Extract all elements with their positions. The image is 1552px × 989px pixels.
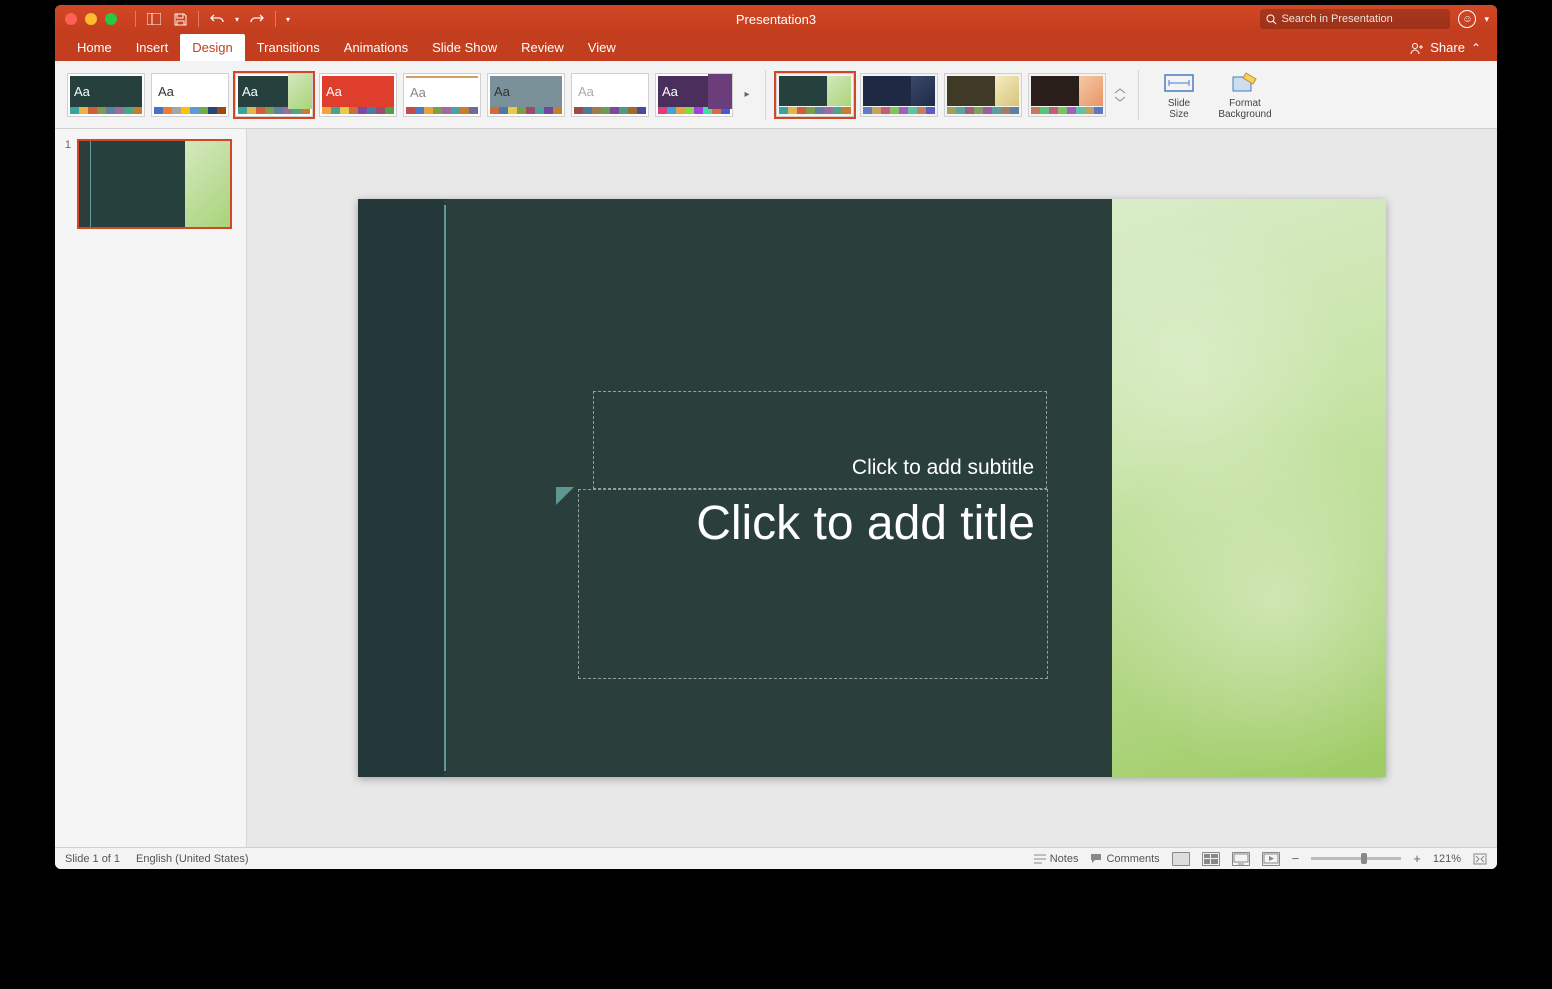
slide-size-button[interactable]: Slide Size	[1149, 70, 1209, 120]
search-input[interactable]	[1281, 13, 1444, 25]
tab-insert[interactable]: Insert	[124, 34, 181, 61]
format-background-button[interactable]: Format Background	[1215, 70, 1275, 120]
window-controls	[65, 13, 117, 25]
tab-review[interactable]: Review	[509, 34, 576, 61]
variant-gallery	[776, 73, 1106, 117]
theme-thumbnail[interactable]: Aa	[571, 73, 649, 117]
zoom-slider[interactable]	[1311, 857, 1401, 860]
feedback-icon[interactable]: ☺	[1458, 10, 1476, 28]
theme-thumbnail[interactable]: Aa	[655, 73, 733, 117]
redo-icon[interactable]	[249, 12, 265, 26]
quick-access-toolbar: ▾ ▾	[135, 11, 290, 27]
slide-size-icon	[1164, 70, 1194, 96]
tab-animations[interactable]: Animations	[332, 34, 420, 61]
zoom-level[interactable]: 121%	[1433, 853, 1461, 865]
slide-thumbnail-pane: 1	[55, 129, 247, 847]
tab-home[interactable]: Home	[65, 34, 124, 61]
maximize-icon[interactable]	[105, 13, 117, 25]
tab-design[interactable]: Design	[180, 34, 244, 61]
tab-slideshow[interactable]: Slide Show	[420, 34, 509, 61]
more-variants-icon[interactable]	[1112, 88, 1128, 102]
tab-view[interactable]: View	[576, 34, 628, 61]
layout-icon[interactable]	[146, 12, 162, 26]
theme-thumbnail[interactable]: Aa	[403, 73, 481, 117]
theme-thumbnail[interactable]: Aa	[67, 73, 145, 117]
title-bar: ▾ ▾ Presentation3 ☺ ▾	[55, 5, 1497, 33]
close-icon[interactable]	[65, 13, 77, 25]
slide-size-label: Slide Size	[1168, 98, 1190, 120]
share-person-icon	[1410, 42, 1424, 54]
slideshow-view-icon[interactable]	[1262, 852, 1280, 866]
theme-gallery: AaAaAaAaAaAaAaAa	[67, 73, 733, 117]
tab-transitions[interactable]: Transitions	[245, 34, 332, 61]
slide-thumbnail[interactable]	[77, 139, 232, 229]
comments-button[interactable]: Comments	[1090, 853, 1159, 865]
variant-thumbnail[interactable]	[1028, 73, 1106, 117]
thumbnail-number: 1	[61, 139, 71, 229]
zoom-out-button[interactable]: −	[1292, 851, 1300, 866]
chevron-down-icon[interactable]: ▾	[1484, 14, 1489, 25]
variant-thumbnail[interactable]	[860, 73, 938, 117]
sorter-view-icon[interactable]	[1202, 852, 1220, 866]
format-background-icon	[1232, 70, 1258, 96]
fit-to-window-icon[interactable]	[1473, 853, 1487, 865]
ribbon: AaAaAaAaAaAaAaAa ▸ Slide Size Format Bac…	[55, 61, 1497, 129]
search-icon	[1266, 14, 1277, 25]
slide-canvas[interactable]: Click to add subtitle Click to add title	[247, 129, 1497, 847]
slide-position: Slide 1 of 1	[65, 853, 120, 865]
ribbon-tabs: Home Insert Design Transitions Animation…	[55, 33, 1497, 61]
save-icon[interactable]	[172, 12, 188, 26]
language-status[interactable]: English (United States)	[136, 853, 249, 865]
more-themes-icon[interactable]: ▸	[739, 89, 755, 100]
minimize-icon[interactable]	[85, 13, 97, 25]
share-button[interactable]: Share	[1430, 40, 1465, 55]
zoom-in-button[interactable]: +	[1413, 851, 1421, 866]
subtitle-placeholder[interactable]: Click to add subtitle	[593, 391, 1047, 489]
notes-button[interactable]: Notes	[1034, 853, 1079, 865]
collapse-ribbon-icon[interactable]: ⌃	[1471, 41, 1481, 55]
variant-thumbnail[interactable]	[776, 73, 854, 117]
undo-icon[interactable]	[209, 12, 225, 26]
title-placeholder[interactable]: Click to add title	[578, 489, 1048, 679]
theme-thumbnail[interactable]: Aa	[487, 73, 565, 117]
theme-thumbnail[interactable]: Aa	[151, 73, 229, 117]
theme-thumbnail[interactable]: Aa	[319, 73, 397, 117]
variant-thumbnail[interactable]	[944, 73, 1022, 117]
normal-view-icon[interactable]	[1172, 852, 1190, 866]
theme-thumbnail[interactable]: Aa	[235, 73, 313, 117]
format-background-label: Format Background	[1218, 98, 1271, 120]
reading-view-icon[interactable]	[1232, 852, 1250, 866]
document-title: Presentation3	[736, 12, 816, 27]
search-box[interactable]	[1260, 9, 1450, 29]
status-bar: Slide 1 of 1 English (United States) Not…	[55, 847, 1497, 869]
slide[interactable]: Click to add subtitle Click to add title	[358, 199, 1386, 777]
triangle-decoration	[556, 487, 574, 505]
